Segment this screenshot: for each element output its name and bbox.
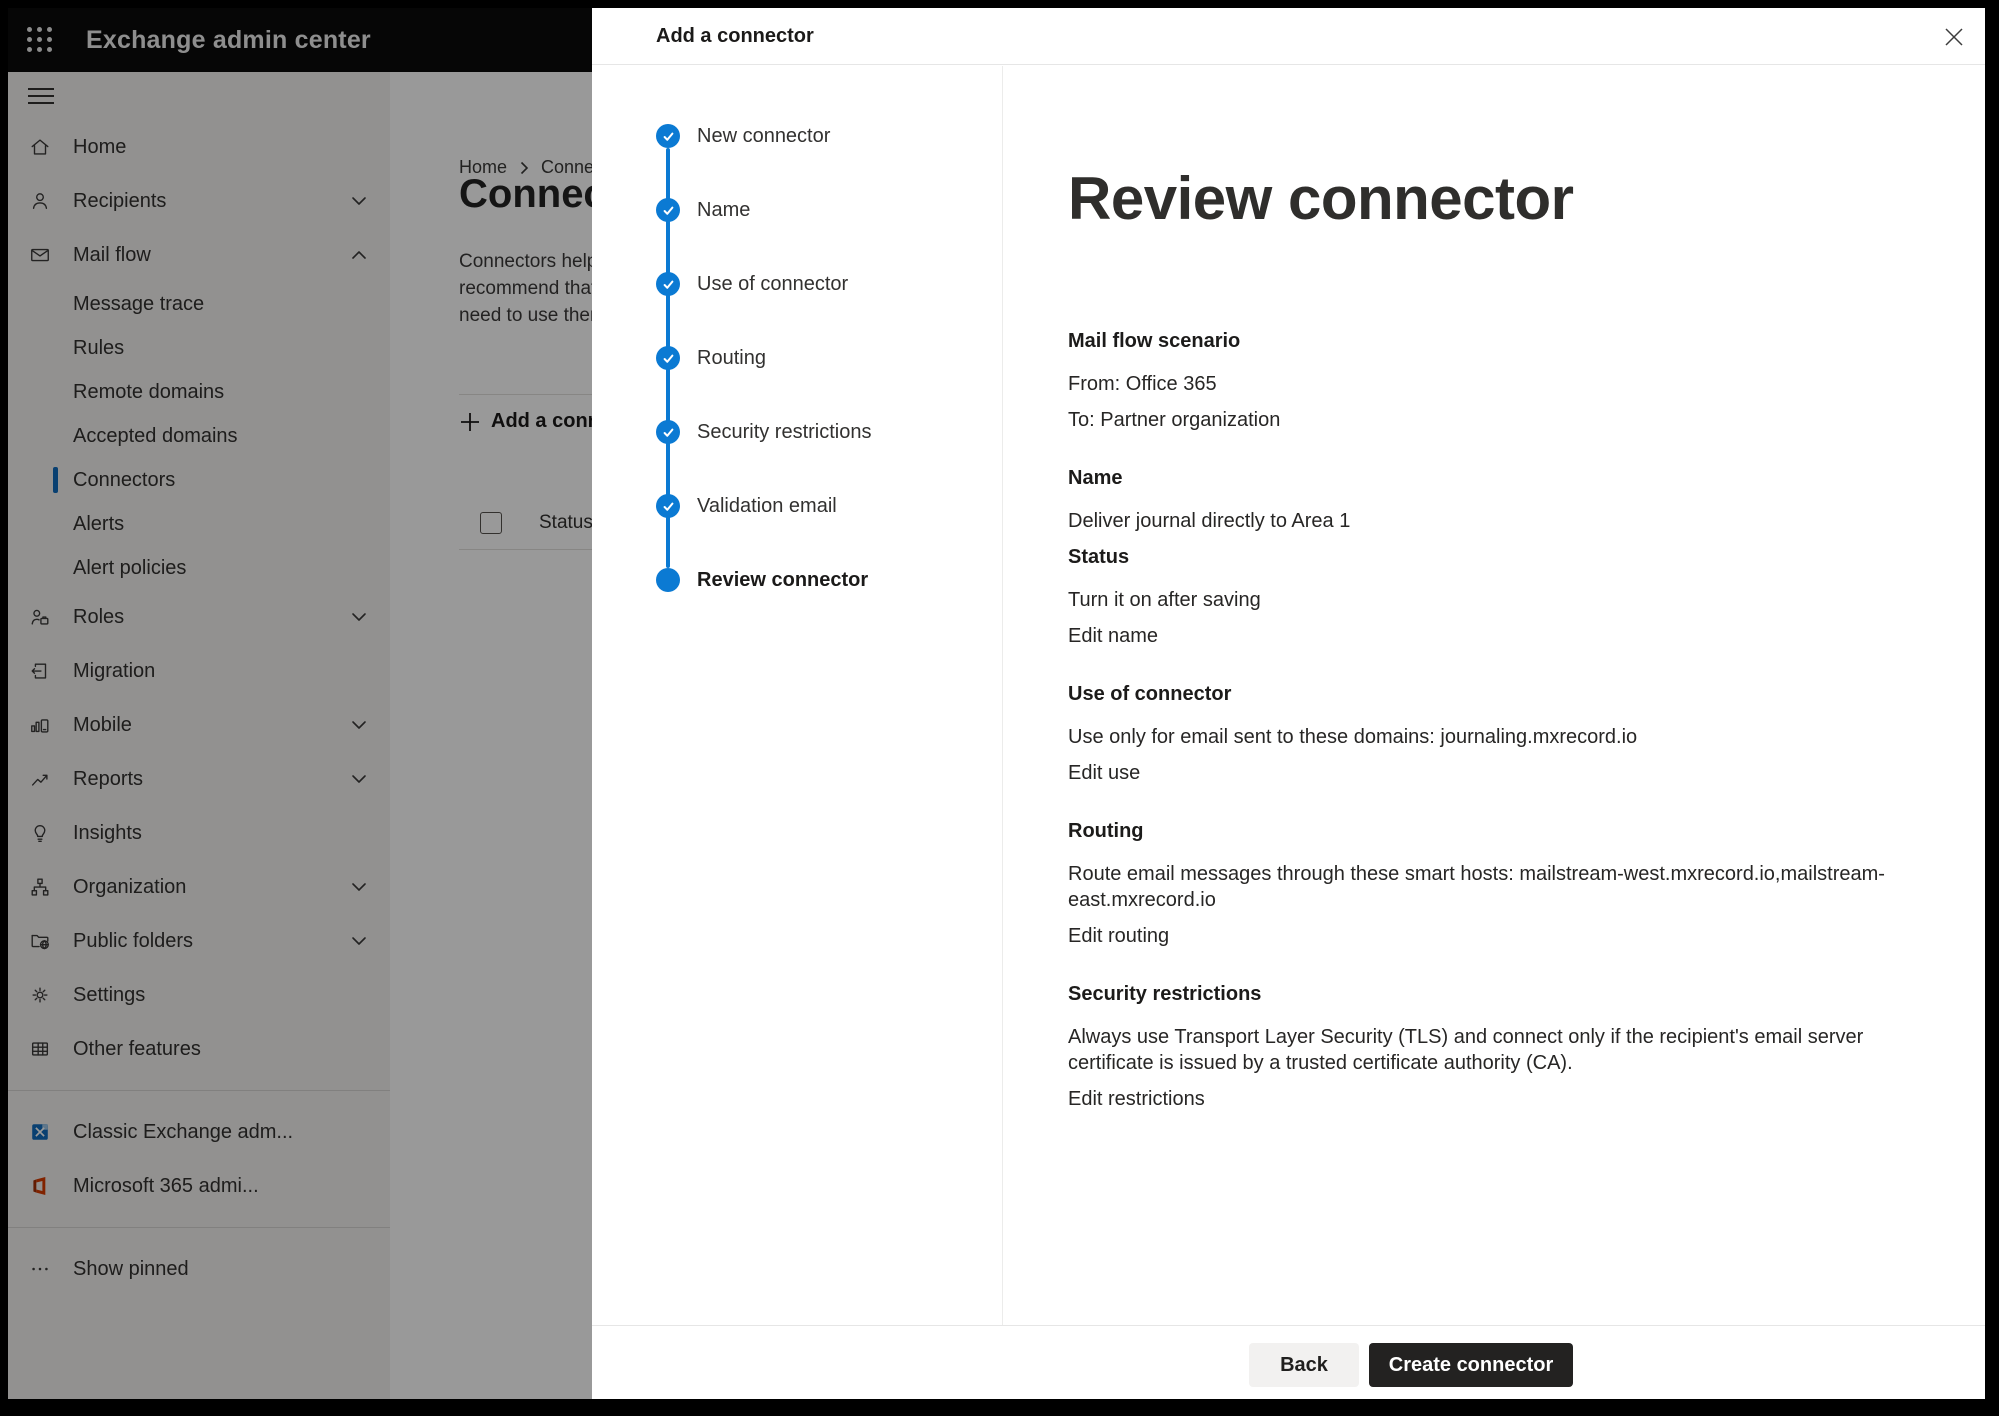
step-label: Validation email — [697, 494, 837, 518]
step-completed-check-icon — [656, 420, 680, 444]
section-text: Deliver journal directly to Area 1 — [1068, 508, 1925, 534]
close-button[interactable] — [1939, 22, 1969, 52]
step-name[interactable]: Name — [592, 198, 1002, 222]
section-text: Turn it on after saving — [1068, 587, 1925, 613]
section-heading-status: Status — [1068, 544, 1925, 570]
close-icon — [1943, 26, 1965, 48]
section-text: Always use Transport Layer Security (TLS… — [1068, 1024, 1925, 1076]
screen-frame: Exchange admin center HomeRecipientsMail… — [0, 0, 1999, 1416]
step-label: Name — [697, 198, 750, 222]
step-use-of-connector[interactable]: Use of connector — [592, 272, 1002, 296]
section-text: From: Office 365 — [1068, 371, 1925, 397]
step-review-connector[interactable]: Review connector — [592, 568, 1002, 592]
step-new-connector[interactable]: New connector — [592, 124, 1002, 148]
step-validation-email[interactable]: Validation email — [592, 494, 1002, 518]
section-text: Route email messages through these smart… — [1068, 861, 1925, 913]
panel-title: Add a connector — [656, 8, 814, 65]
section-text: To: Partner organization — [1068, 407, 1925, 433]
step-current-icon — [656, 568, 680, 592]
panel-footer: Back Create connector — [592, 1325, 1985, 1399]
edit-name-link[interactable]: Edit name — [1068, 623, 1158, 649]
step-label: Routing — [697, 346, 766, 370]
create-connector-button[interactable]: Create connector — [1369, 1343, 1573, 1387]
section-heading-use-of-connector: Use of connector — [1068, 681, 1925, 707]
section-heading-name: Name — [1068, 465, 1925, 491]
edit-routing-link[interactable]: Edit routing — [1068, 923, 1169, 949]
panel-header: Add a connector — [592, 8, 1985, 65]
back-button[interactable]: Back — [1249, 1343, 1359, 1387]
section-heading-routing: Routing — [1068, 818, 1925, 844]
step-completed-check-icon — [656, 346, 680, 370]
review-pane: Review connector Mail flow scenario From:… — [1004, 66, 1985, 1325]
section-heading-mail-flow-scenario: Mail flow scenario — [1068, 328, 1925, 354]
section-text: Use only for email sent to these domains… — [1068, 724, 1925, 750]
step-completed-check-icon — [656, 494, 680, 518]
step-label: Use of connector — [697, 272, 848, 296]
step-security-restrictions[interactable]: Security restrictions — [592, 420, 1002, 444]
step-completed-check-icon — [656, 272, 680, 296]
edit-use-link[interactable]: Edit use — [1068, 760, 1140, 786]
step-label: Security restrictions — [697, 420, 872, 444]
add-connector-panel: Add a connector New connector Name Use of … — [592, 8, 1985, 1399]
step-label: Review connector — [697, 568, 868, 592]
step-routing[interactable]: Routing — [592, 346, 1002, 370]
step-completed-check-icon — [656, 198, 680, 222]
review-title: Review connector — [1068, 162, 1925, 236]
edit-restrictions-link[interactable]: Edit restrictions — [1068, 1086, 1205, 1112]
section-heading-security-restrictions: Security restrictions — [1068, 981, 1925, 1007]
step-completed-check-icon — [656, 124, 680, 148]
step-label: New connector — [697, 124, 830, 148]
wizard-stepper: New connector Name Use of connector Routing… — [592, 66, 1003, 1325]
exchange-admin-app: Exchange admin center HomeRecipientsMail… — [8, 8, 1985, 1399]
